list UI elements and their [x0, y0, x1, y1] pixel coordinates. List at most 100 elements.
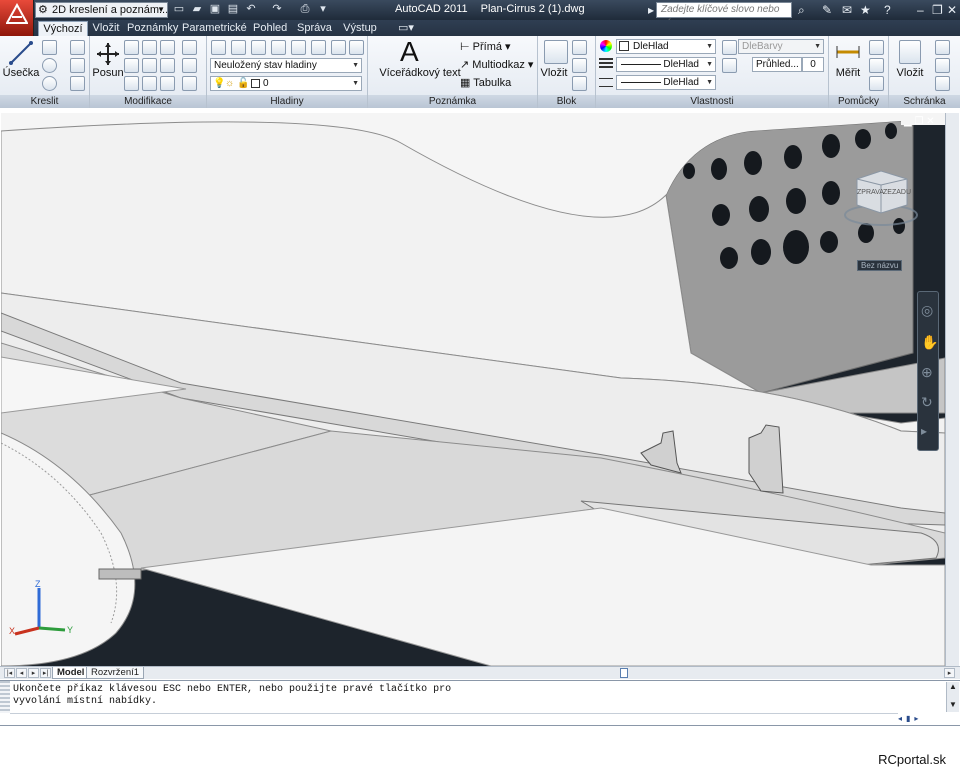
tab-poznamky[interactable]: Poznámky	[124, 21, 178, 36]
layer-freeze-icon[interactable]	[291, 40, 306, 55]
layer-match-icon[interactable]	[231, 40, 246, 55]
command-scroll-controls[interactable]: ◂▮▸	[898, 714, 922, 723]
restore-icon[interactable]: ❐	[932, 2, 943, 18]
close-icon[interactable]: ✕	[947, 2, 957, 18]
undo-icon[interactable]: ↶	[244, 2, 258, 17]
edit-attributes-icon[interactable]	[572, 76, 587, 91]
horizontal-scroll-thumb[interactable]	[620, 668, 628, 678]
panel-title-hladiny[interactable]: Hladiny	[207, 95, 367, 108]
panel-title-vlastnosti[interactable]: Vlastnosti	[596, 95, 828, 108]
quick-select-icon[interactable]	[869, 40, 884, 55]
workspace-select[interactable]: ⚙ 2D kreslení a poznám... ▼	[35, 2, 168, 18]
edit-block-icon[interactable]	[572, 58, 587, 73]
hatch-icon[interactable]	[70, 58, 85, 73]
layer-off-icon[interactable]	[311, 40, 326, 55]
color-select[interactable]: DleHlad ▼	[616, 39, 716, 54]
wrench-icon[interactable]: ✎	[822, 2, 832, 18]
panel-title-poznamka[interactable]: Poznámka	[368, 95, 537, 108]
transparency-input[interactable]: 0	[802, 57, 824, 72]
join-icon[interactable]	[182, 76, 197, 91]
next-layout-button[interactable]: ▸	[28, 668, 39, 678]
search-arrow-icon[interactable]: ▸	[648, 2, 654, 18]
tab-vystup[interactable]: Výstup	[339, 21, 381, 36]
scroll-up-icon[interactable]: ▲	[949, 682, 957, 691]
tab-parametricke[interactable]: Parametrické	[179, 21, 247, 36]
scroll-right-button[interactable]: ▸	[944, 668, 955, 678]
prev-layout-button[interactable]: ◂	[16, 668, 27, 678]
tab-sprava[interactable]: Správa	[294, 21, 334, 36]
calculator-icon[interactable]	[869, 76, 884, 91]
erase-icon[interactable]	[124, 76, 139, 91]
match-properties-icon[interactable]	[935, 76, 950, 91]
copy-clip-icon[interactable]	[935, 58, 950, 73]
panel-title-modifikace[interactable]: Modifikace	[90, 95, 206, 108]
first-layout-button[interactable]: |◂	[4, 668, 15, 678]
ribbon-minimize-button[interactable]: ▭▾	[394, 21, 418, 36]
last-layout-button[interactable]: ▸|	[40, 668, 51, 678]
offset-icon[interactable]	[160, 76, 175, 91]
help-icon[interactable]: ?	[884, 2, 891, 18]
linetype-select[interactable]: DleHlad ▼	[616, 75, 716, 90]
tab-model[interactable]: Model	[52, 667, 90, 679]
move-button[interactable]: Posun	[90, 67, 126, 79]
cut-icon[interactable]	[935, 40, 950, 55]
layer-state-select[interactable]: Neuložený stav hladiny ▼	[210, 58, 362, 73]
copy-icon[interactable]	[124, 40, 139, 55]
layer-unlock-icon[interactable]	[349, 40, 364, 55]
panel-title-blok[interactable]: Blok	[538, 95, 595, 108]
fillet-icon[interactable]	[142, 76, 157, 91]
trim-icon[interactable]	[160, 40, 175, 55]
redo-icon[interactable]: ↷	[270, 2, 284, 17]
mtext-button[interactable]: Víceřádkový text	[374, 67, 466, 79]
command-input[interactable]	[10, 713, 898, 726]
search-input[interactable]: Zadejte klíčové slovo nebo výraz.	[656, 2, 792, 29]
named-view-label[interactable]: Bez názvu	[857, 260, 903, 271]
scale-icon[interactable]	[142, 58, 157, 73]
create-block-icon[interactable]	[572, 40, 587, 55]
pan-hand-icon[interactable]: ✋	[921, 334, 938, 351]
binoculars-icon[interactable]: ⌕	[798, 2, 805, 18]
point-id-icon[interactable]	[869, 58, 884, 73]
new-file-icon[interactable]: ▭	[172, 2, 186, 17]
tab-pohled[interactable]: Pohled	[250, 21, 290, 36]
rectangle-icon[interactable]	[70, 40, 85, 55]
stretch-icon[interactable]	[124, 58, 139, 73]
ellipse-icon[interactable]	[42, 76, 57, 91]
drawing-viewport[interactable]: ZPRAVA ZEZADU Bez názvu ◎ ✋ ⊕ ↻ ▸ Z X Y	[1, 113, 945, 666]
tab-vychozi[interactable]: Výchozí	[38, 21, 88, 36]
layer-properties-icon[interactable]	[211, 40, 226, 55]
showmotion-icon[interactable]: ▸	[921, 424, 927, 438]
zoom-icon[interactable]: ⊕	[921, 364, 933, 381]
region-icon[interactable]	[70, 76, 85, 91]
panel-title-pomucky[interactable]: Pomůcky	[829, 95, 888, 108]
list-icon[interactable]	[722, 58, 737, 73]
layer-isolate-icon[interactable]	[271, 40, 286, 55]
array-icon[interactable]	[182, 40, 197, 55]
viewport-close-icon[interactable]: ✕	[926, 116, 934, 127]
tab-vlozit[interactable]: Vložit	[89, 21, 123, 36]
lineweight-select[interactable]: DleHlad ▼	[616, 57, 716, 72]
minimize-icon[interactable]: –	[917, 2, 924, 18]
save-as-icon[interactable]: ▤	[226, 2, 240, 17]
mirror-icon[interactable]	[160, 58, 175, 73]
scroll-down-icon[interactable]: ▼	[949, 700, 957, 709]
application-menu-button[interactable]	[0, 0, 34, 38]
line-button[interactable]: Úsečka	[2, 67, 40, 79]
save-icon[interactable]: ▣	[208, 2, 222, 17]
multileader-button[interactable]: ↗ Multiodkaz ▾	[460, 58, 533, 71]
command-scrollbar[interactable]: ▲ ▼	[946, 682, 959, 712]
panel-title-schranka[interactable]: Schránka	[889, 95, 960, 108]
command-line-grip[interactable]	[0, 681, 10, 713]
panel-title-kreslit[interactable]: Kreslit	[0, 95, 89, 108]
insert-block-button[interactable]: Vložit	[538, 67, 570, 79]
viewport-restore-icon[interactable]: ❐	[914, 116, 923, 127]
favorites-star-icon[interactable]: ★	[860, 2, 871, 18]
viewport-minimize-icon[interactable]: ▁	[904, 116, 912, 127]
polyline-icon[interactable]	[42, 40, 57, 55]
measure-button[interactable]: Měřit	[831, 67, 865, 79]
plot-icon[interactable]: ⎙	[298, 2, 312, 17]
explode-icon[interactable]	[182, 58, 197, 73]
table-button[interactable]: ▦ Tabulka	[460, 76, 511, 89]
viewcube-left-face[interactable]: ZPRAVA	[857, 189, 884, 196]
linear-dimension-button[interactable]: ⊢ Přímá ▾	[460, 40, 511, 53]
